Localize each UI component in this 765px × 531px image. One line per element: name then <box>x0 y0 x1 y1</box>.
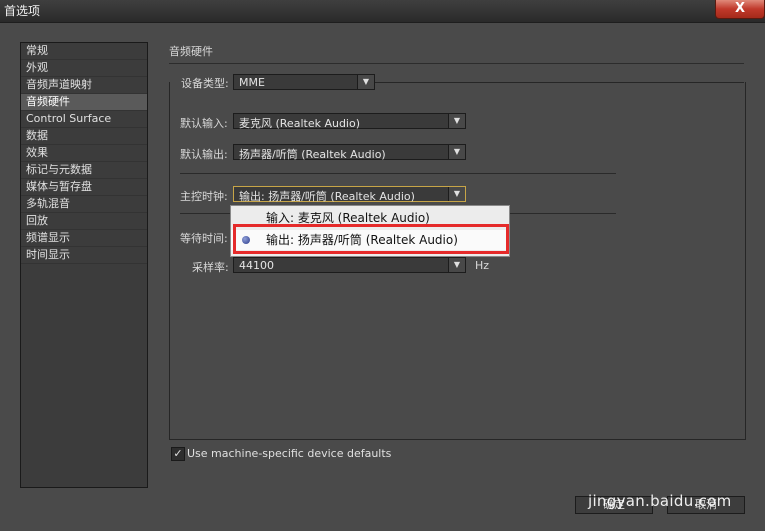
default-input-dropdown[interactable]: 麦克风 (Realtek Audio) ▼ <box>233 113 466 130</box>
latency-label: 等待时间: <box>180 232 228 245</box>
sidebar-item-playback[interactable]: 回放 <box>21 213 147 230</box>
sample-rate-unit: Hz <box>475 259 490 272</box>
sidebar-item-time-display[interactable]: 时间显示 <box>21 247 147 264</box>
sidebar-item-markers-metadata[interactable]: 标记与元数据 <box>21 162 147 179</box>
title-bar: 首选项 X <box>0 0 765 22</box>
panel-top-border <box>372 82 744 83</box>
window-title: 首选项 <box>4 4 41 18</box>
chevron-down-icon: ▼ <box>448 114 465 128</box>
menu-item-label: 输入: 麦克风 (Realtek Audio) <box>266 211 430 225</box>
close-button[interactable]: X <box>715 0 765 19</box>
device-type-label: 设备类型: <box>181 77 229 90</box>
sidebar-item-data[interactable]: 数据 <box>21 128 147 145</box>
sidebar-item-control-surface[interactable]: Control Surface <box>21 111 147 128</box>
watermark: jingyan.baidu.com <box>588 492 732 510</box>
master-clock-label: 主控时钟: <box>180 190 228 203</box>
sidebar: 常规 外观 音频声道映射 音频硬件 Control Surface 数据 效果 … <box>20 42 148 488</box>
machine-defaults-checkbox[interactable]: ✓ <box>171 447 185 461</box>
sidebar-item-media-cache[interactable]: 媒体与暂存盘 <box>21 179 147 196</box>
default-input-label: 默认输入: <box>180 117 228 130</box>
chevron-down-icon: ▼ <box>448 145 465 159</box>
sample-rate-label: 采样率: <box>192 261 229 274</box>
device-type-value: MME <box>239 76 265 89</box>
device-type-dropdown[interactable]: MME ▼ <box>233 74 375 90</box>
default-output-label: 默认输出: <box>180 148 228 161</box>
sidebar-item-multitrack[interactable]: 多轨混音 <box>21 196 147 213</box>
section-title: 音频硬件 <box>169 45 213 58</box>
default-output-value: 扬声器/听筒 (Realtek Audio) <box>239 148 386 161</box>
master-clock-value: 输出: 扬声器/听筒 (Realtek Audio) <box>239 190 415 203</box>
chevron-down-icon: ▼ <box>448 258 465 272</box>
sidebar-item-general[interactable]: 常规 <box>21 43 147 60</box>
chevron-down-icon: ▼ <box>448 187 465 201</box>
sidebar-item-channel-mapping[interactable]: 音频声道映射 <box>21 77 147 94</box>
default-output-dropdown[interactable]: 扬声器/听筒 (Realtek Audio) ▼ <box>233 144 466 161</box>
divider <box>180 173 616 174</box>
chevron-down-icon: ▼ <box>357 75 374 89</box>
machine-defaults-label: Use machine-specific device defaults <box>187 447 392 460</box>
sample-rate-dropdown[interactable]: 44100 ▼ <box>233 257 466 273</box>
sidebar-item-spectral-display[interactable]: 频谱显示 <box>21 230 147 247</box>
checkmark-icon: ✓ <box>173 447 183 460</box>
master-clock-dropdown[interactable]: 输出: 扬声器/听筒 (Realtek Audio) ▼ <box>233 186 466 203</box>
default-input-value: 麦克风 (Realtek Audio) <box>239 117 361 130</box>
sample-rate-value: 44100 <box>239 259 274 272</box>
sidebar-item-audio-hardware[interactable]: 音频硬件 <box>21 94 147 111</box>
section-divider <box>169 63 744 64</box>
sidebar-item-effects[interactable]: 效果 <box>21 145 147 162</box>
annotation-highlight-box <box>233 224 509 254</box>
sidebar-item-appearance[interactable]: 外观 <box>21 60 147 77</box>
